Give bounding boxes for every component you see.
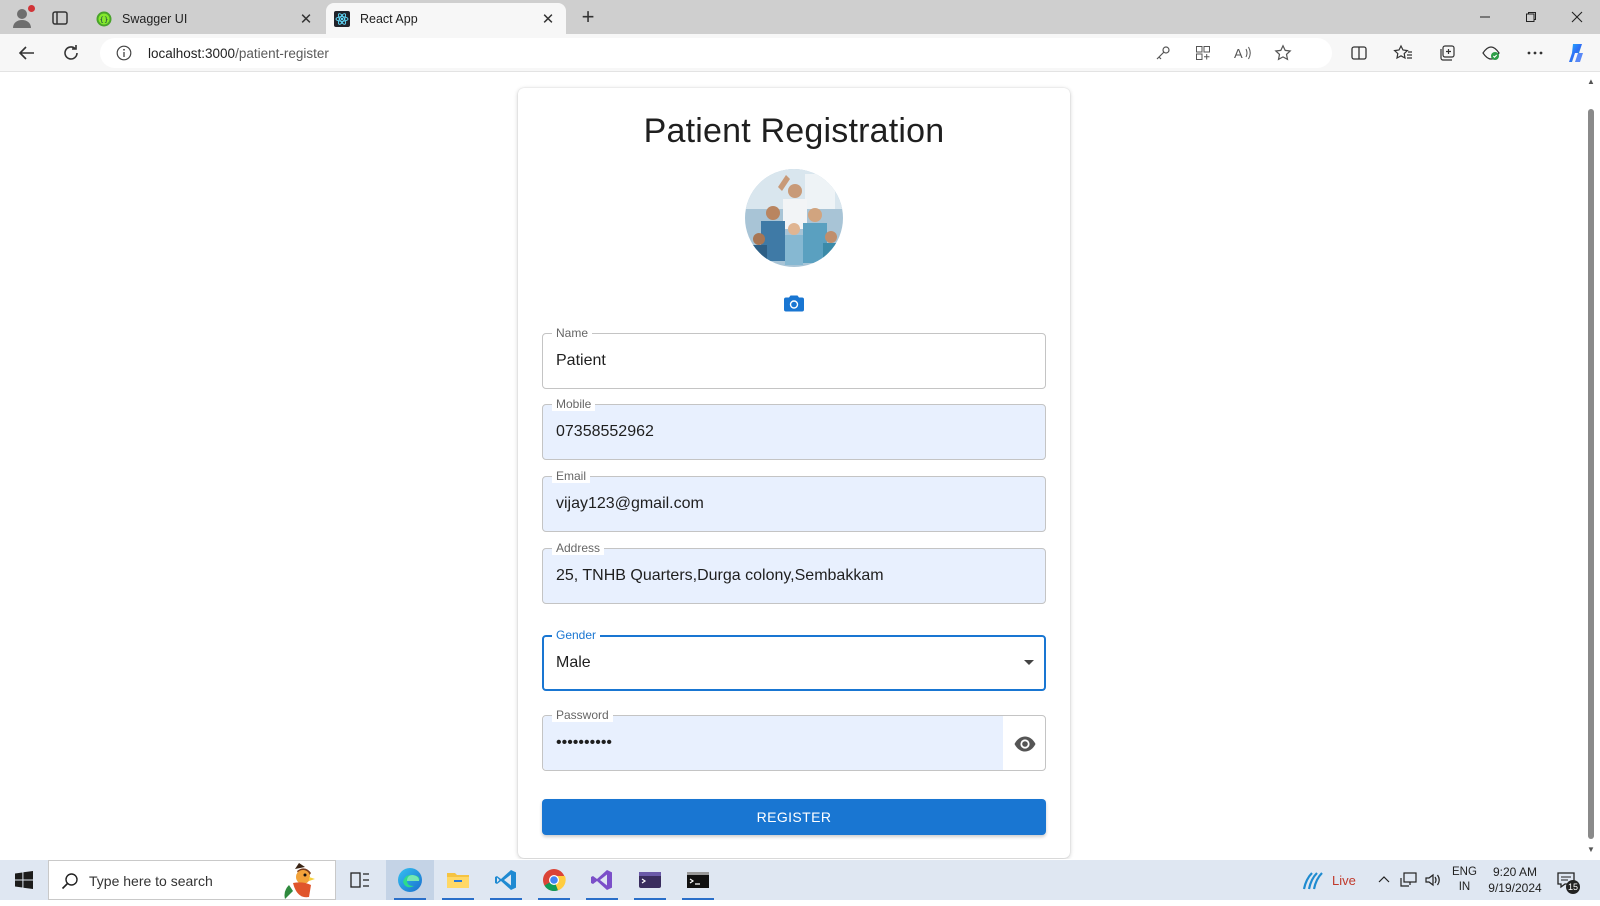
registration-card: Patient Registration Name Patient Mobile… bbox=[518, 88, 1070, 858]
page-title: Patient Registration bbox=[643, 112, 945, 150]
more-options-icon[interactable] bbox=[1522, 41, 1548, 65]
gender-select[interactable]: Gender Male bbox=[542, 628, 1046, 691]
clock-date: 9/19/2024 bbox=[1488, 881, 1542, 895]
dropdown-arrow-icon[interactable] bbox=[1024, 660, 1034, 665]
address-bar[interactable]: localhost:3000/patient-register A bbox=[100, 38, 1332, 68]
tab-actions-icon[interactable] bbox=[50, 8, 70, 28]
key-icon[interactable] bbox=[1154, 44, 1172, 62]
collections-icon[interactable] bbox=[1434, 41, 1460, 65]
show-hidden-icons-chevron-icon[interactable] bbox=[1378, 860, 1390, 900]
notification-center-icon[interactable]: 15 bbox=[1556, 870, 1580, 894]
restore-icon[interactable] bbox=[1508, 0, 1554, 34]
file-explorer-icon[interactable] bbox=[434, 860, 482, 900]
profile-photo-avatar bbox=[745, 169, 843, 267]
tab-swagger-ui[interactable]: {} Swagger UI ✕ bbox=[88, 3, 324, 34]
notification-count-badge: 15 bbox=[1565, 880, 1580, 894]
vscode-icon[interactable] bbox=[482, 860, 530, 900]
address-value: 25, TNHB Quarters,Durga colony,Sembakkam bbox=[556, 567, 884, 584]
back-icon[interactable] bbox=[14, 41, 40, 65]
url-host: localhost:3000 bbox=[148, 46, 236, 61]
url-text: localhost:3000/patient-register bbox=[148, 46, 329, 61]
read-aloud-icon[interactable]: A bbox=[1234, 44, 1252, 62]
email-field[interactable]: Email vijay123@gmail.com bbox=[542, 469, 1046, 532]
name-value: Patient bbox=[556, 352, 606, 369]
close-tab-icon[interactable]: ✕ bbox=[298, 11, 314, 28]
scroll-down-arrow-icon[interactable]: ▼ bbox=[1586, 845, 1596, 855]
split-screen-icon[interactable] bbox=[1346, 41, 1372, 65]
windows-taskbar: Type here to search Live ENG IN 9:20 AM … bbox=[0, 860, 1600, 900]
input-language-indicator[interactable]: ENG IN bbox=[1452, 860, 1477, 900]
weather-text: Live bbox=[1332, 872, 1356, 888]
mobile-label: Mobile bbox=[552, 397, 596, 411]
new-tab-icon[interactable]: + bbox=[576, 6, 600, 30]
name-field[interactable]: Name Patient bbox=[542, 326, 1046, 389]
close-window-icon[interactable] bbox=[1554, 0, 1600, 34]
browser-essentials-icon[interactable] bbox=[1478, 41, 1504, 65]
scrollbar-thumb[interactable] bbox=[1588, 109, 1594, 839]
system-clock[interactable]: 9:20 AM 9/19/2024 bbox=[1484, 864, 1546, 896]
language-code: ENG bbox=[1452, 866, 1477, 878]
email-label: Email bbox=[552, 469, 591, 483]
scroll-up-arrow-icon[interactable]: ▲ bbox=[1586, 77, 1596, 87]
edge-app-icon[interactable] bbox=[386, 860, 434, 900]
swagger-icon: {} bbox=[96, 11, 112, 27]
weather-icon bbox=[1302, 872, 1323, 890]
minimize-icon[interactable] bbox=[1462, 0, 1508, 34]
page-scrollbar[interactable]: ▲ ▼ bbox=[1582, 73, 1600, 859]
register-button[interactable]: REGISTER bbox=[542, 799, 1046, 835]
refresh-icon[interactable] bbox=[58, 41, 84, 65]
gender-label: Gender bbox=[552, 628, 601, 642]
command-prompt-icon[interactable] bbox=[674, 860, 722, 900]
copilot-icon[interactable] bbox=[1564, 41, 1590, 65]
svg-text:{}: {} bbox=[100, 16, 109, 24]
address-label: Address bbox=[552, 541, 605, 555]
network-icon[interactable] bbox=[1400, 860, 1418, 900]
page-viewport: Patient Registration Name Patient Mobile… bbox=[4, 73, 1582, 859]
search-icon bbox=[61, 872, 79, 890]
tab-react-app[interactable]: React App ✕ bbox=[326, 3, 566, 34]
favorites-icon[interactable] bbox=[1390, 41, 1416, 65]
password-field[interactable]: Password •••••••••• bbox=[542, 708, 1046, 771]
search-highlight-bird-icon bbox=[275, 861, 321, 901]
close-tab-icon[interactable]: ✕ bbox=[540, 11, 556, 28]
search-placeholder: Type here to search bbox=[89, 873, 213, 889]
browser-tab-bar: {} Swagger UI ✕ React App ✕ + bbox=[0, 0, 1600, 34]
name-label: Name bbox=[552, 326, 593, 340]
url-path: /patient-register bbox=[235, 46, 329, 61]
password-label: Password bbox=[552, 708, 613, 722]
tab-title: Swagger UI bbox=[122, 11, 188, 26]
region-code: IN bbox=[1458, 881, 1471, 893]
svg-text:A: A bbox=[1234, 46, 1243, 61]
windows-start-icon[interactable] bbox=[0, 860, 48, 900]
site-info-icon[interactable] bbox=[116, 45, 132, 61]
address-field[interactable]: Address 25, TNHB Quarters,Durga colony,S… bbox=[542, 541, 1046, 604]
show-password-eye-icon[interactable] bbox=[1013, 732, 1037, 756]
browser-toolbar: localhost:3000/patient-register A bbox=[0, 34, 1600, 72]
profile-notification-dot bbox=[28, 5, 35, 12]
visual-studio-icon[interactable] bbox=[578, 860, 626, 900]
camera-icon[interactable] bbox=[782, 291, 806, 315]
weather-widget[interactable]: Live bbox=[1300, 860, 1356, 900]
tab-title: React App bbox=[360, 11, 418, 26]
clock-time: 9:20 AM bbox=[1492, 865, 1538, 879]
volume-icon[interactable] bbox=[1424, 860, 1442, 900]
gender-value: Male bbox=[556, 654, 591, 671]
mobile-field[interactable]: Mobile 07358552962 bbox=[542, 397, 1046, 460]
taskbar-search-box[interactable]: Type here to search bbox=[48, 860, 336, 900]
terminal-purple-icon[interactable] bbox=[626, 860, 674, 900]
profile-avatar-icon[interactable] bbox=[10, 5, 35, 30]
favorite-star-icon[interactable] bbox=[1274, 44, 1292, 62]
mobile-value: 07358552962 bbox=[556, 423, 654, 440]
react-icon bbox=[334, 10, 350, 27]
app-available-icon[interactable] bbox=[1194, 44, 1212, 62]
task-view-icon[interactable] bbox=[336, 860, 384, 900]
chrome-icon[interactable] bbox=[530, 860, 578, 900]
email-value: vijay123@gmail.com bbox=[556, 495, 704, 512]
password-value: •••••••••• bbox=[556, 734, 613, 751]
